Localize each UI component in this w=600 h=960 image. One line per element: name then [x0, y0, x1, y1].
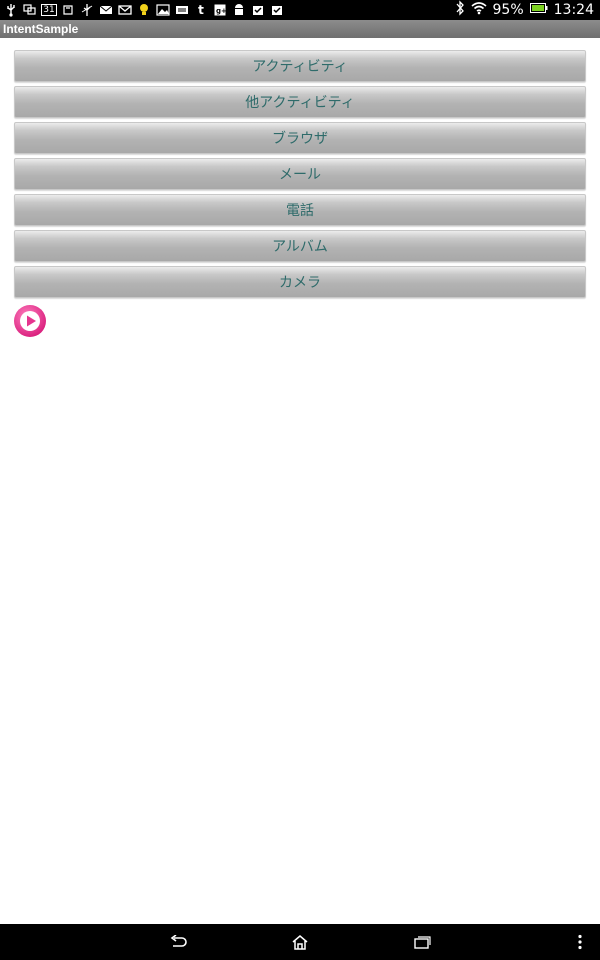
back-icon	[170, 935, 187, 947]
usb-debug-icon	[80, 3, 94, 17]
notification-icon	[23, 3, 37, 17]
tumblr-icon: t	[198, 3, 204, 17]
navigation-bar	[0, 924, 600, 960]
svg-text:g+: g+	[216, 7, 226, 15]
android-icon	[232, 3, 246, 17]
usb-icon	[4, 3, 18, 17]
home-button[interactable]	[288, 932, 312, 952]
play-icon	[14, 305, 46, 337]
back-button[interactable]	[167, 932, 191, 952]
battery-percent: 95%	[492, 2, 524, 18]
sd-card-icon	[61, 3, 75, 17]
album-button[interactable]: アルバム	[14, 230, 586, 262]
recent-apps-icon	[414, 936, 431, 949]
other-activity-button[interactable]: 他アクティビティ	[14, 86, 586, 118]
button-list: アクティビティ 他アクティビティ ブラウザ メール 電話 アルバム カメラ	[14, 50, 586, 302]
clock: 13:24	[553, 2, 594, 18]
browser-button[interactable]: ブラウザ	[14, 122, 586, 154]
email-icon	[99, 3, 113, 17]
mail-button[interactable]: メール	[14, 158, 586, 190]
battery-icon	[529, 2, 548, 18]
title-bar: IntentSample	[0, 20, 600, 38]
wifi-icon	[470, 1, 487, 19]
calendar-icon: 31	[41, 4, 57, 16]
bluetooth-icon	[455, 0, 465, 20]
google-plus-icon: g+	[213, 3, 227, 17]
lightbulb-icon	[137, 3, 151, 17]
home-icon	[292, 935, 308, 950]
phone-button[interactable]: 電話	[14, 194, 586, 226]
gallery-icon	[156, 3, 170, 17]
gmail-icon	[118, 3, 132, 17]
recent-apps-button[interactable]	[410, 932, 434, 952]
system-status: 95% 13:24	[455, 0, 594, 20]
checkmark-icon	[270, 3, 284, 17]
menu-overflow-icon	[578, 934, 582, 950]
activity-button[interactable]: アクティビティ	[14, 50, 586, 82]
menu-button[interactable]	[568, 932, 592, 952]
notification-icons: 31 t g+	[4, 2, 284, 18]
checkmark-icon	[251, 3, 265, 17]
status-bar: 31 t g+ 95% 13:24	[0, 0, 600, 20]
keyboard-icon	[175, 3, 189, 17]
camera-button[interactable]: カメラ	[14, 266, 586, 298]
app-title: IntentSample	[3, 22, 79, 36]
play-button[interactable]	[13, 304, 47, 338]
